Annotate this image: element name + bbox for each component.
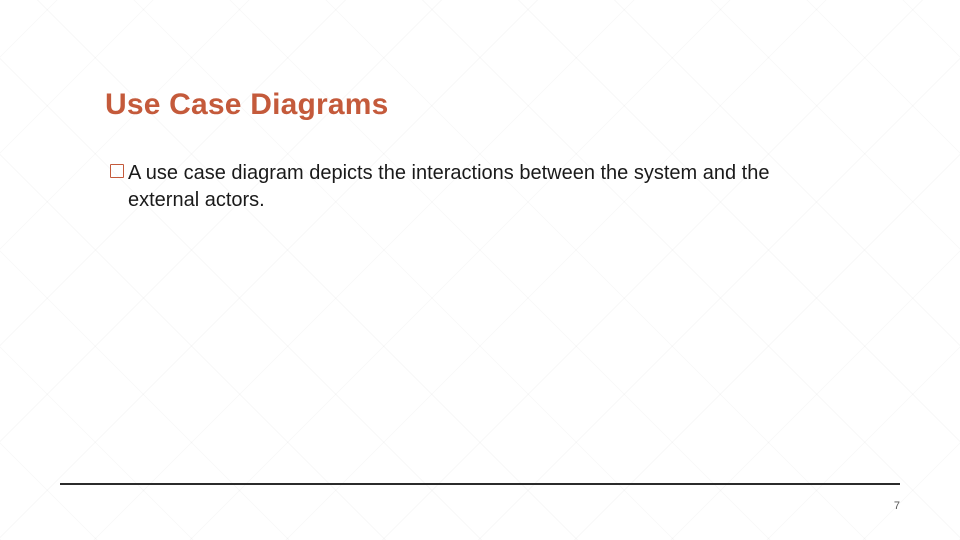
divider-rule	[60, 483, 900, 485]
page-number: 7	[894, 500, 900, 512]
slide: Use Case Diagrams A use case diagram dep…	[0, 0, 960, 540]
bullet-text: A use case diagram depicts the interacti…	[128, 160, 840, 214]
square-bullet-icon	[110, 164, 124, 178]
bullet-item: A use case diagram depicts the interacti…	[110, 160, 840, 214]
slide-title: Use Case Diagrams	[105, 88, 389, 122]
slide-body: A use case diagram depicts the interacti…	[110, 160, 840, 214]
